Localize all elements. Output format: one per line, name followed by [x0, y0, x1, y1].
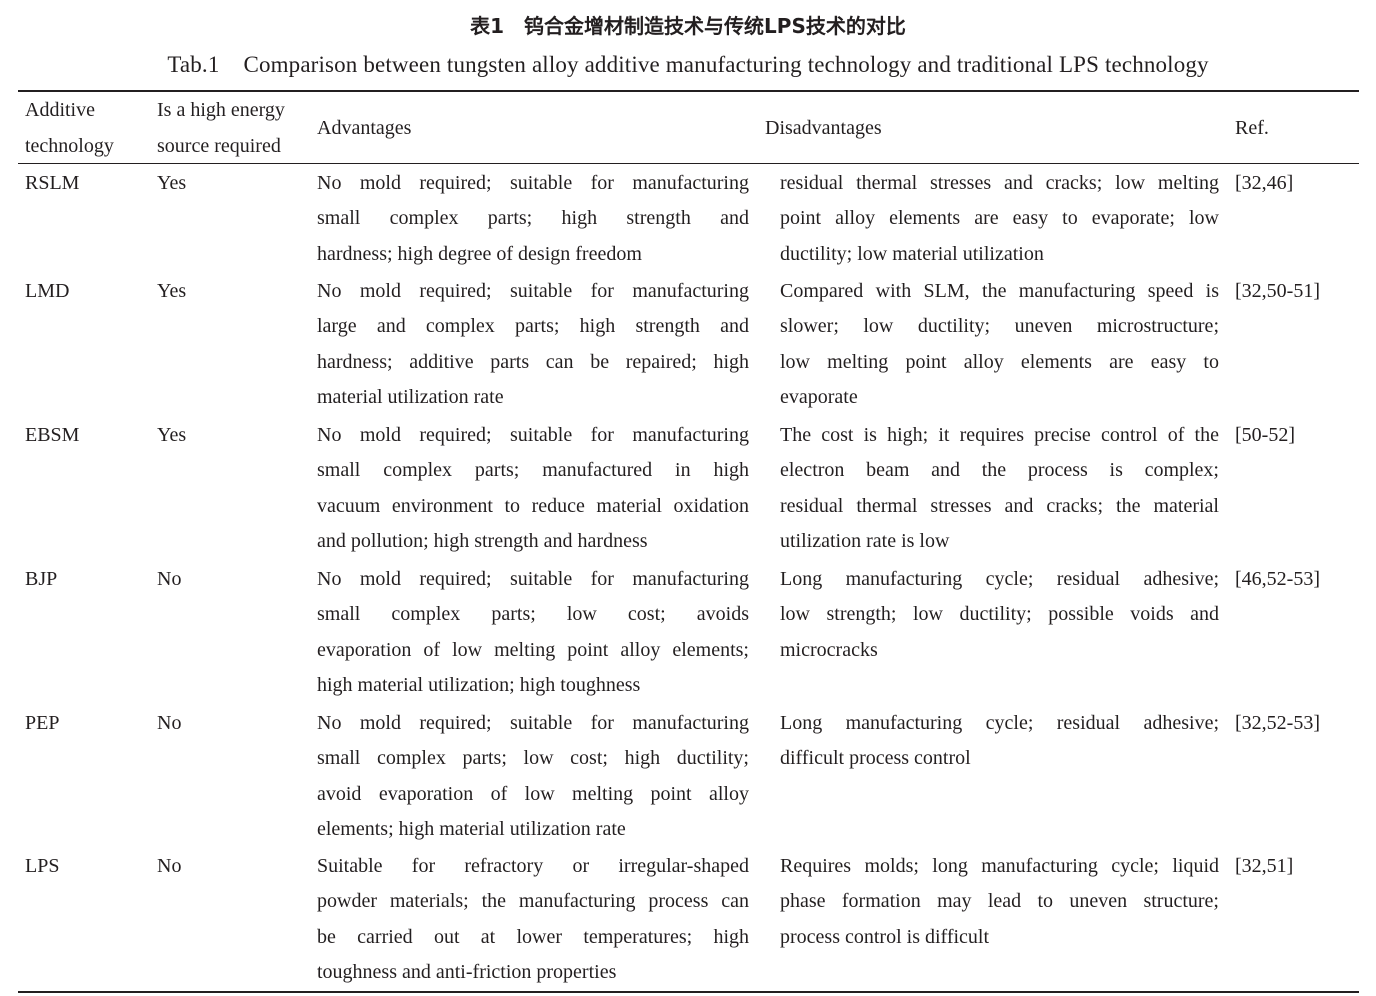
cell-disadvantages: residual thermal stresses and cracks; lo… — [780, 166, 1219, 272]
table-title: Comparison between tungsten alloy additi… — [243, 52, 1209, 77]
cell-advantages: No mold required; suitable for manufactu… — [317, 166, 749, 272]
text-line: No mold required; suitable for manufactu… — [317, 172, 749, 194]
header-additive-technology: Additive technology — [25, 99, 114, 157]
cell-tech: EBSM — [25, 424, 80, 446]
cell-disadvantages: Requires molds; long manufacturing cycle… — [780, 849, 1219, 955]
text-line: slower; low ductility; uneven microstruc… — [780, 315, 1219, 338]
text-line: Compared with SLM, the manufacturing spe… — [780, 280, 1219, 302]
text-line: small complex parts; manufactured in hig… — [317, 459, 749, 482]
text-line: hardness; high degree of design freedom — [317, 242, 642, 265]
text-line: No mold required; suitable for manufactu… — [317, 712, 749, 734]
cell-tech: PEP — [25, 712, 60, 734]
cell-energy: Yes — [157, 172, 187, 194]
text-line: The cost is high; it requires precise co… — [780, 424, 1219, 446]
header-ref: Ref. — [1235, 117, 1269, 139]
cell-advantages: No mold required; suitable for manufactu… — [317, 706, 749, 848]
text-line: Suitable for refractory or irregular-sha… — [317, 855, 749, 877]
text-line: Long manufacturing cycle; residual adhes… — [780, 568, 1219, 590]
text-line: vacuum environment to reduce material ox… — [317, 494, 749, 517]
text-line: point alloy elements are easy to evapora… — [780, 207, 1219, 230]
cell-ref: [32,50-51] — [1235, 280, 1320, 302]
text-line: high material utilization; high toughnes… — [317, 674, 641, 697]
text-line: electron beam and the process is complex… — [780, 459, 1219, 482]
text-line: No mold required; suitable for manufactu… — [317, 568, 749, 590]
text-line: ductility; low material utilization — [780, 242, 1044, 265]
text-line: small complex parts; high strength and — [317, 207, 749, 230]
cell-disadvantages: Long manufacturing cycle; residual adhes… — [780, 706, 1219, 777]
cell-energy: No — [157, 712, 182, 734]
cell-tech: LPS — [25, 855, 60, 877]
text-line: small complex parts; low cost; avoids — [317, 603, 749, 626]
cell-tech: BJP — [25, 568, 58, 590]
text-line: No mold required; suitable for manufactu… — [317, 280, 749, 302]
text-line: residual thermal stresses and cracks; lo… — [780, 172, 1219, 194]
text-line: utilization rate is low — [780, 530, 950, 553]
cell-ref: [46,52-53] — [1235, 568, 1320, 590]
text-line: evaporation of low melting point alloy e… — [317, 638, 749, 661]
cell-advantages: No mold required; suitable for manufactu… — [317, 274, 749, 416]
text-line: No mold required; suitable for manufactu… — [317, 424, 749, 446]
text-line: powder materials; the manufacturing proc… — [317, 890, 749, 913]
cell-tech: LMD — [25, 280, 70, 302]
text-line: be carried out at lower temperatures; hi… — [317, 925, 749, 948]
cell-energy: No — [157, 855, 182, 877]
cell-energy: Yes — [157, 280, 187, 302]
table-caption-english: Tab.1 Comparison between tungsten alloy a… — [0, 48, 1376, 82]
text-line: elements; high material utilization rate — [317, 818, 626, 841]
cell-ref: [50-52] — [1235, 424, 1295, 446]
table-label: Tab.1 — [167, 52, 220, 77]
text-line: process control is difficult — [780, 925, 990, 948]
cell-tech: RSLM — [25, 172, 80, 194]
cell-ref: [32,46] — [1235, 172, 1294, 194]
text-line: low melting point alloy elements are eas… — [780, 350, 1219, 373]
cell-energy: Yes — [157, 424, 187, 446]
text-line: evaporate — [780, 386, 858, 409]
text-line: Requires molds; long manufacturing cycle… — [780, 855, 1219, 877]
cell-energy: No — [157, 568, 182, 590]
table-caption-chinese: 表1 钨合金增材制造技术与传统LPS技术的对比 — [470, 14, 906, 38]
header-advantages: Advantages — [317, 117, 412, 139]
text-line: small complex parts; low cost; high duct… — [317, 747, 749, 770]
cell-disadvantages: Compared with SLM, the manufacturing spe… — [780, 274, 1219, 416]
cell-disadvantages: Long manufacturing cycle; residual adhes… — [780, 562, 1219, 668]
header-disadvantages: Disadvantages — [765, 117, 882, 139]
text-line: microcracks — [780, 638, 878, 661]
header-high-energy-source: Is a high energy source required — [157, 99, 285, 157]
text-line: and pollution; high strength and hardnes… — [317, 530, 648, 553]
text-line: avoid evaporation of low melting point a… — [317, 782, 749, 805]
text-line: Long manufacturing cycle; residual adhes… — [780, 712, 1219, 734]
bottom-rule — [18, 991, 1359, 993]
text-line: phase formation may lead to uneven struc… — [780, 890, 1219, 913]
cell-ref: [32,52-53] — [1235, 712, 1320, 734]
text-line: toughness and anti-friction properties — [317, 961, 617, 984]
text-line: low strength; low ductility; possible vo… — [780, 603, 1219, 626]
cell-disadvantages: The cost is high; it requires precise co… — [780, 418, 1219, 560]
cell-advantages: No mold required; suitable for manufactu… — [317, 562, 749, 704]
cell-ref: [32,51] — [1235, 855, 1294, 877]
text-line: hardness; additive parts can be repaired… — [317, 350, 749, 373]
text-line: material utilization rate — [317, 386, 504, 409]
text-line: difficult process control — [780, 747, 971, 770]
text-line: residual thermal stresses and cracks; th… — [780, 494, 1219, 517]
text-line: large and complex parts; high strength a… — [317, 315, 749, 338]
cell-advantages: Suitable for refractory or irregular-sha… — [317, 849, 749, 991]
cell-advantages: No mold required; suitable for manufactu… — [317, 418, 749, 560]
